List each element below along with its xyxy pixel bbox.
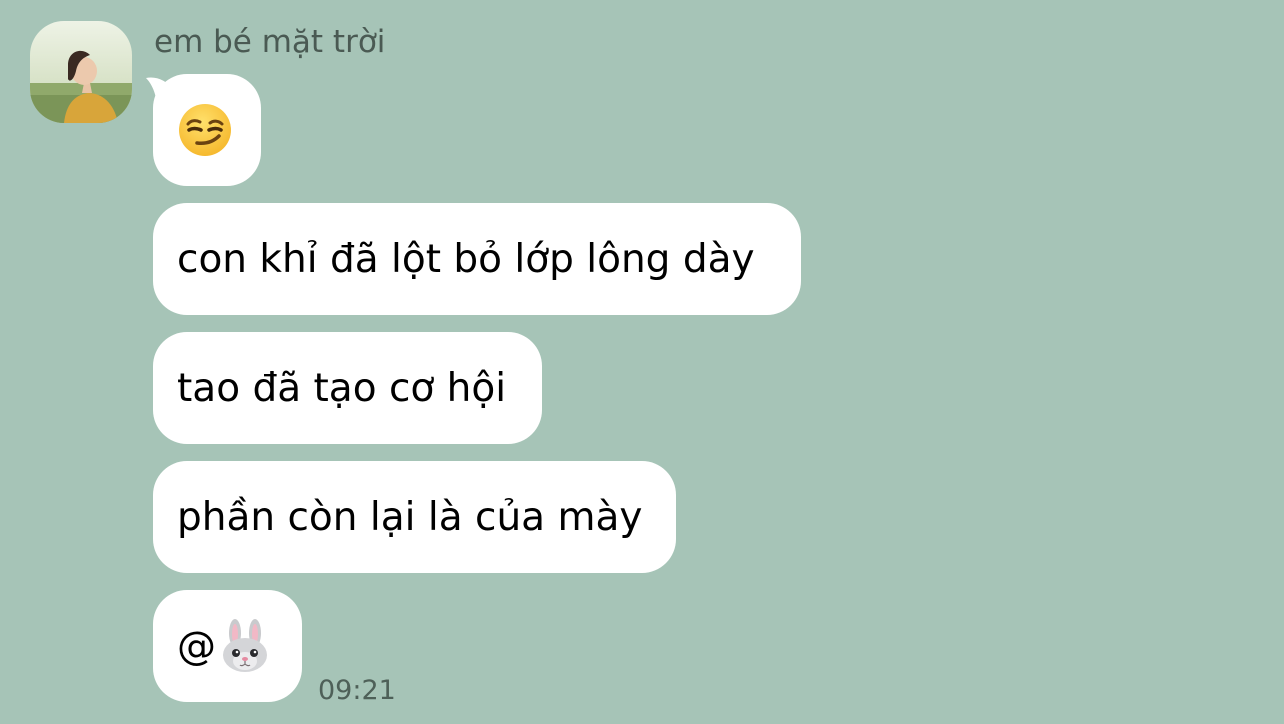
smirking-face-emoji-icon [179,104,231,156]
message-bubble-mention[interactable]: @ [153,590,302,702]
sender-name: em bé mặt trời [154,24,386,60]
message-text: tao đã tạo cơ hội [177,365,507,411]
message-bubble-emoji[interactable] [153,74,261,186]
rabbit-face-emoji-icon [223,619,267,672]
message-text: con khỉ đã lột bỏ lớp lông dày [177,236,755,282]
message-timestamp: 09:21 [318,675,396,706]
message-text: phần còn lại là của mày [177,494,643,540]
message-bubble[interactable]: phần còn lại là của mày [153,461,676,573]
sender-avatar[interactable] [30,21,132,123]
profile-photo-icon [30,21,132,123]
mention[interactable]: @ [177,619,272,673]
mention-at-sign: @ [177,623,216,669]
message-bubble[interactable]: con khỉ đã lột bỏ lớp lông dày [153,203,801,315]
message-bubble[interactable]: tao đã tạo cơ hội [153,332,542,444]
